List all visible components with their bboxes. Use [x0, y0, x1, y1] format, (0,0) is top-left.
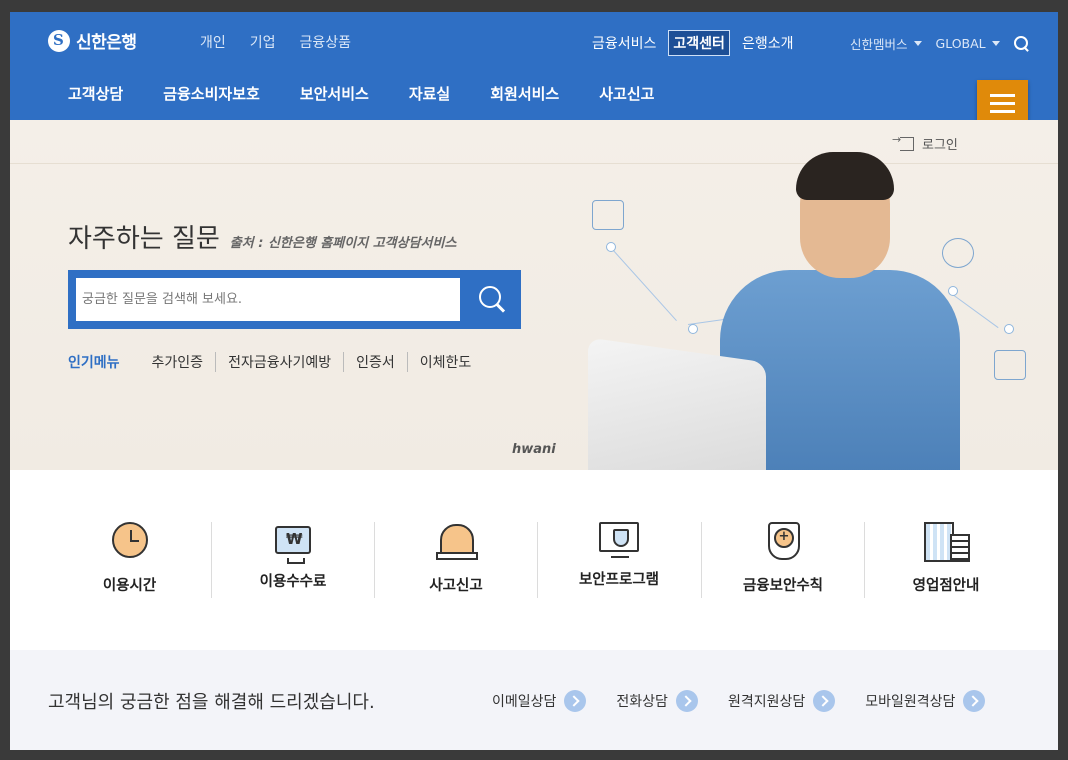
nav-customer-center[interactable]: 고객센터 — [668, 30, 730, 56]
menu-member-service[interactable]: 회원서비스 — [490, 83, 559, 104]
arrow-right-icon — [564, 690, 587, 712]
members-label: 신한멤버스 — [850, 37, 908, 52]
global-label: GLOBAL — [935, 36, 986, 51]
agent-hair — [796, 152, 894, 200]
logo-text: 신한은행 — [76, 33, 137, 53]
support-links: 이메일상담 전화상담 원격지원상담 모바일원격상담 — [492, 690, 986, 712]
remote-support-link[interactable]: 원격지원상담 — [727, 690, 836, 712]
faq-search-box — [68, 270, 521, 329]
chevron-down-icon — [991, 41, 1000, 46]
link-label: 모바일원격상담 — [865, 694, 956, 710]
arrow-right-icon — [963, 690, 986, 712]
right-nav: 신한멤버스 GLOBAL — [850, 34, 1030, 53]
watermark-text: hwani — [512, 442, 556, 457]
presentation-board-icon — [994, 350, 1026, 380]
fee-monitor-icon — [275, 526, 311, 564]
menu-consultation[interactable]: 고객상담 — [68, 83, 123, 104]
quick-link-security-program[interactable]: 보안프로그램 — [537, 522, 700, 598]
quick-link-incident[interactable]: 사고신고 — [374, 522, 537, 598]
connector-node — [1004, 324, 1014, 334]
nav-about-bank[interactable]: 은행소개 — [738, 31, 798, 55]
connector-line — [609, 246, 677, 321]
utility-nav: 금융서비스 고객센터 은행소개 — [588, 30, 797, 56]
menu-consumer-protection[interactable]: 금융소비자보호 — [163, 83, 260, 104]
popular-item[interactable]: 인증서 — [343, 352, 407, 372]
top-header: 신한은행 개인 기업 금융상품 금융서비스 고객센터 은행소개 신한멤버스 GL… — [10, 12, 1058, 69]
shinhan-logo-icon — [48, 29, 70, 52]
nav-corporate[interactable]: 기업 — [250, 32, 276, 52]
quick-link-label: 이용수수료 — [259, 574, 327, 590]
mobile-remote-link[interactable]: 모바일원격상담 — [865, 690, 986, 712]
chevron-down-icon — [913, 41, 922, 46]
search-icon[interactable] — [1013, 35, 1030, 52]
faq-search-button[interactable] — [462, 270, 521, 329]
nav-products[interactable]: 금융상품 — [300, 32, 352, 52]
person-hands-icon — [592, 200, 624, 230]
customer-service-illustration — [570, 152, 1058, 520]
quick-links: 이용시간 이용수수료 사고신고 보안프로그램 금융보안수칙 영업점안내 — [10, 470, 1058, 650]
nav-personal[interactable]: 개인 — [200, 32, 226, 52]
building-icon — [924, 522, 970, 562]
quick-link-branches[interactable]: 영업점안내 — [864, 522, 1027, 598]
quick-link-hours[interactable]: 이용시간 — [48, 522, 211, 598]
arrow-right-icon — [675, 690, 698, 712]
login-icon — [892, 133, 914, 151]
quick-link-label: 영업점안내 — [912, 578, 980, 594]
security-monitor-icon — [599, 522, 639, 558]
support-strip: 고객님의 궁금한 점을 해결해 드리겠습니다. 이메일상담 전화상담 원격지원상… — [10, 650, 1058, 750]
link-label: 전화상담 — [616, 694, 668, 710]
menu-incident-report[interactable]: 사고신고 — [599, 83, 654, 104]
quick-link-security-rules[interactable]: 금융보안수칙 — [701, 522, 864, 598]
alarm-bell-icon — [436, 522, 478, 560]
popular-item[interactable]: 추가인증 — [152, 352, 216, 372]
popular-item[interactable]: 이체한도 — [406, 352, 484, 372]
hero-section: 로그인 자주하는 질문 출처 : 신한은행 홈페이지 고객상담서비스 — [10, 120, 1058, 503]
quick-link-label: 이용시간 — [102, 578, 157, 594]
popular-menu-heading: 인기메뉴 — [68, 355, 120, 371]
support-message: 고객님의 궁금한 점을 해결해 드리겠습니다. — [48, 692, 375, 713]
login-label: 로그인 — [922, 138, 958, 153]
main-menu: 고객상담 금융소비자보호 보안서비스 자료실 회원서비스 사고신고 — [10, 69, 1058, 120]
quick-link-label: 금융보안수칙 — [742, 578, 824, 594]
globe-hands-icon — [942, 238, 974, 268]
hamburger-bar — [990, 94, 1015, 97]
connector-node — [688, 324, 698, 334]
email-consult-link[interactable]: 이메일상담 — [492, 690, 587, 712]
bank-logo[interactable]: 신한은행 — [48, 28, 137, 53]
menu-resources[interactable]: 자료실 — [409, 83, 450, 104]
faq-search-input[interactable] — [76, 278, 460, 321]
category-nav: 개인 기업 금융상품 — [200, 32, 351, 52]
quick-link-label: 사고신고 — [429, 578, 483, 594]
faq-title: 자주하는 질문 — [68, 224, 220, 254]
hamburger-bar — [990, 102, 1015, 105]
nav-financial-services[interactable]: 금융서비스 — [588, 31, 660, 55]
link-label: 이메일상담 — [492, 694, 557, 710]
login-row: 로그인 — [10, 120, 1058, 164]
menu-security-service[interactable]: 보안서비스 — [300, 83, 369, 104]
global-dropdown[interactable]: GLOBAL — [936, 36, 1000, 51]
popular-menu: 인기메뉴 추가인증 전자금융사기예방 인증서 이체한도 — [68, 352, 483, 372]
connector-node — [948, 286, 958, 296]
hamburger-bar — [990, 110, 1015, 113]
faq-source: 출처 : 신한은행 홈페이지 고객상담서비스 — [229, 236, 457, 251]
phone-consult-link[interactable]: 전화상담 — [616, 690, 698, 712]
arrow-right-icon — [813, 690, 836, 712]
clock-icon — [111, 522, 148, 558]
login-button[interactable]: 로그인 — [892, 133, 958, 154]
faq-heading: 자주하는 질문 출처 : 신한은행 홈페이지 고객상담서비스 — [68, 218, 456, 255]
page-frame: 신한은행 개인 기업 금융상품 금융서비스 고객센터 은행소개 신한멤버스 GL… — [10, 12, 1058, 750]
link-label: 원격지원상담 — [727, 694, 806, 710]
popular-item[interactable]: 전자금융사기예방 — [215, 352, 343, 372]
connector-node — [606, 242, 616, 252]
shield-icon — [765, 522, 801, 560]
quick-link-fees[interactable]: 이용수수료 — [211, 522, 374, 598]
members-dropdown[interactable]: 신한멤버스 — [850, 34, 922, 53]
quick-link-label: 보안프로그램 — [578, 572, 660, 588]
